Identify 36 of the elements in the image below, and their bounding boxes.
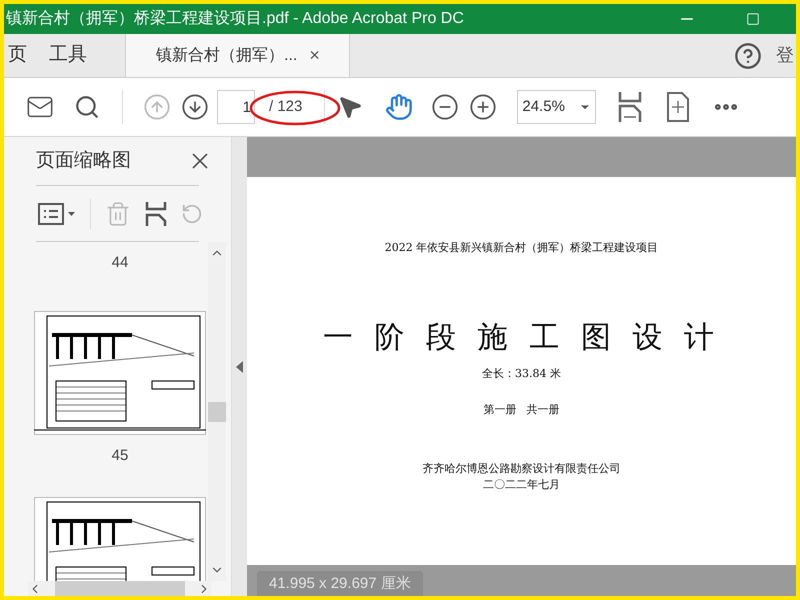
full-screen-icon[interactable] <box>666 92 690 122</box>
scroll-thumb[interactable] <box>54 581 184 596</box>
volume-text: 第一册 共一册 <box>483 402 560 418</box>
scroll-thumb[interactable] <box>208 402 226 422</box>
search-icon[interactable] <box>74 94 100 120</box>
options-icon[interactable] <box>38 202 76 226</box>
nav-tab[interactable]: 工具 <box>45 34 91 77</box>
maximize-icon[interactable] <box>746 12 760 26</box>
project-name: 2022 年依安县新兴镇新合村（拥军）桥梁工程建设项目 <box>384 240 658 256</box>
vertical-scrollbar[interactable] <box>208 242 226 581</box>
window-title: 镇新合村（拥军）桥梁工程建设项目.pdf - Adobe Acrobat Pro DC <box>6 8 465 29</box>
page-label: 44 <box>112 253 128 273</box>
sign-in-text[interactable]: 登 <box>776 42 794 69</box>
fit-width-icon[interactable] <box>618 91 642 123</box>
collapse-arrow-icon[interactable] <box>236 360 243 372</box>
page-label: 45 <box>112 446 128 466</box>
help-icon[interactable] <box>734 42 762 70</box>
nav-tab[interactable]: 页 <box>4 34 31 77</box>
document-date: 二〇二二年七月 <box>483 477 560 493</box>
page-thumbnail[interactable] <box>34 310 206 434</box>
tab-close[interactable]: × <box>309 42 320 69</box>
zoom-dropdown[interactable]: 24.5% <box>517 90 596 124</box>
page-size-tooltip: 41.995 x 29.697 厘米 <box>257 571 423 596</box>
insert-pages-icon[interactable] <box>145 200 167 226</box>
hand-icon[interactable] <box>385 93 414 121</box>
sidebar-title: 页面缩略图 <box>36 148 132 173</box>
company-name: 齐齐哈尔博恩公路勘察设计有限责任公司 <box>422 460 620 476</box>
document-title: 一 阶 段 施 工 图 设 计 <box>323 318 720 356</box>
zoom-out-icon[interactable] <box>431 93 460 121</box>
nav-tab[interactable]: 镇新合村（拥军）... × <box>125 34 350 77</box>
total-length: 全长：33.84 米 <box>482 366 561 382</box>
page-total: / 123 <box>269 96 302 117</box>
horizontal-scrollbar[interactable] <box>28 581 211 596</box>
page-number-field[interactable]: 1 <box>217 90 255 124</box>
next-page-icon[interactable] <box>181 93 209 121</box>
zoom-in-icon[interactable] <box>469 93 498 121</box>
